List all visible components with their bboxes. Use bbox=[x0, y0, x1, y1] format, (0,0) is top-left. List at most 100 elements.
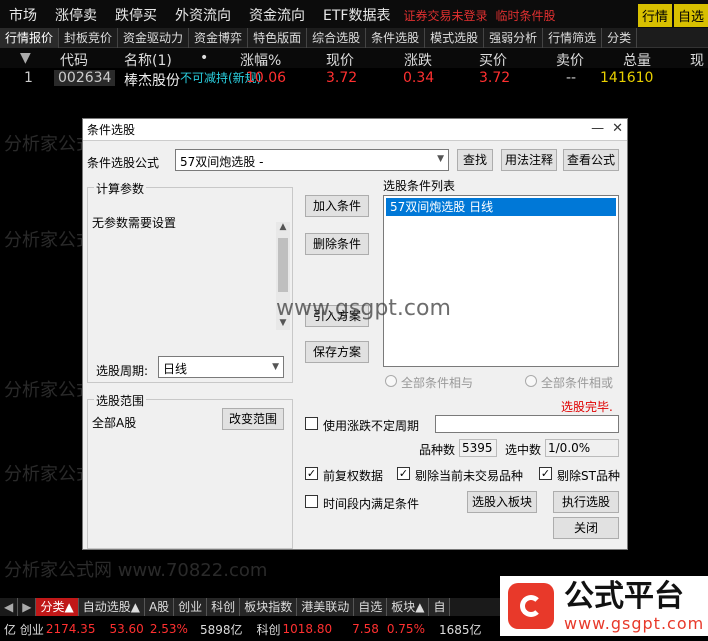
radio-or-label: 全部条件相或 bbox=[541, 376, 614, 390]
period-select[interactable]: 日线 ▼ bbox=[158, 356, 284, 378]
params-scrollbar[interactable]: ▲ ▼ bbox=[276, 222, 290, 330]
save-plan-button[interactable]: 保存方案 bbox=[305, 341, 369, 363]
close-button[interactable]: 关闭 bbox=[553, 517, 619, 539]
delete-condition-button[interactable]: 删除条件 bbox=[305, 233, 369, 255]
tab-strength[interactable]: 强弱分析 bbox=[484, 27, 544, 48]
minimize-icon[interactable]: — bbox=[591, 121, 604, 136]
exclude-st-label: 剔除ST品种 bbox=[557, 469, 620, 483]
find-button[interactable]: 查找 bbox=[457, 149, 493, 171]
next-arrow-icon[interactable]: ▶ bbox=[18, 598, 37, 616]
list-item[interactable]: 57双间炮选股 日线 bbox=[386, 198, 616, 216]
tab-filter[interactable]: 行情筛选 bbox=[543, 27, 603, 48]
col-now[interactable]: 现 bbox=[690, 50, 704, 70]
col-price[interactable]: 现价 bbox=[326, 50, 354, 70]
sort-arrow-icon[interactable]: ▼ bbox=[20, 50, 31, 66]
count-box: 5395 bbox=[459, 439, 497, 457]
tab-condition-select[interactable]: 条件选股 bbox=[366, 27, 426, 48]
close-icon[interactable]: ✕ bbox=[612, 121, 623, 136]
period-condition-checkbox[interactable] bbox=[305, 495, 318, 508]
tab-category-bottom[interactable]: 分类▲ bbox=[36, 598, 79, 616]
tab-chinext[interactable]: 创业 bbox=[174, 598, 208, 616]
period-label: 选股周期: bbox=[96, 364, 149, 378]
params-title: 计算参数 bbox=[94, 180, 147, 197]
cy-amount: 5898亿 bbox=[199, 622, 243, 637]
table-row[interactable]: 1 002634 棒杰股份 不可减持(新规) 10.06 3.72 0.34 3… bbox=[0, 68, 708, 92]
tab-fund-game[interactable]: 资金博弈 bbox=[189, 27, 249, 48]
tab-sector-index[interactable]: 板块指数 bbox=[240, 598, 298, 616]
formula-label: 条件选股公式 bbox=[87, 156, 160, 170]
tab-special[interactable]: 特色版面 bbox=[248, 27, 308, 48]
kc-change: 7.58 bbox=[352, 622, 379, 636]
col-name[interactable]: 名称(1) bbox=[124, 50, 172, 70]
radio-or[interactable] bbox=[525, 375, 537, 387]
menu-market[interactable]: 市场 bbox=[0, 5, 46, 25]
menu-limit-up[interactable]: 涨停卖 bbox=[46, 5, 106, 25]
dialog-title: 条件选股 bbox=[87, 123, 136, 137]
prev-arrow-icon[interactable]: ◀ bbox=[0, 598, 19, 616]
row-change: 0.34 bbox=[403, 70, 435, 86]
col-ask[interactable]: 卖价 bbox=[556, 50, 584, 70]
period-input[interactable] bbox=[435, 415, 619, 433]
logo-text: 公式平台 bbox=[564, 578, 684, 614]
import-plan-button[interactable]: 引入方案 bbox=[305, 305, 369, 327]
tab-composite-select[interactable]: 综合选股 bbox=[307, 27, 367, 48]
params-text: 无参数需要设置 bbox=[92, 216, 177, 230]
execute-button[interactable]: 执行选股 bbox=[553, 491, 619, 513]
tab-star[interactable]: 科创 bbox=[207, 598, 241, 616]
exclude-today-checkbox[interactable]: ✓ bbox=[397, 467, 410, 480]
params-group: 计算参数 无参数需要设置 ▲ ▼ 选股周期: 日线 ▼ bbox=[87, 180, 293, 383]
add-condition-button[interactable]: 加入条件 bbox=[305, 195, 369, 217]
cy-value: 2174.35 bbox=[45, 622, 96, 636]
menubar: 市场 涨停卖 跌停买 外资流向 资金流向 ETF数据表 证券交易未登录 临时条件… bbox=[0, 0, 708, 30]
tab-fund-drive[interactable]: 资金驱动力 bbox=[118, 27, 190, 48]
tab-watchlist[interactable]: 自选 bbox=[354, 598, 388, 616]
kc-amount: 1685亿 bbox=[438, 622, 482, 637]
scroll-down-icon[interactable]: ▼ bbox=[276, 318, 290, 330]
col-change[interactable]: 涨跌 bbox=[404, 50, 432, 70]
tab-quotes[interactable]: 行情报价 bbox=[0, 27, 60, 48]
usage-button[interactable]: 用法注释 bbox=[501, 149, 557, 171]
exclude-st-checkbox[interactable]: ✓ bbox=[539, 467, 552, 480]
use-period-checkbox[interactable] bbox=[305, 417, 318, 430]
fq-checkbox[interactable]: ✓ bbox=[305, 467, 318, 480]
scroll-up-icon[interactable]: ▲ bbox=[276, 222, 290, 234]
temp-condition-stock[interactable]: 临时条件股 bbox=[491, 7, 559, 24]
col-bid[interactable]: 买价 bbox=[479, 50, 507, 70]
scroll-thumb[interactable] bbox=[278, 238, 288, 292]
menu-etf[interactable]: ETF数据表 bbox=[314, 5, 399, 25]
chevron-down-icon[interactable]: ▼ bbox=[437, 154, 444, 164]
col-volume[interactable]: 总量 bbox=[623, 50, 651, 70]
menu-foreign-flow[interactable]: 外资流向 bbox=[166, 5, 240, 25]
tab-self[interactable]: 自 bbox=[429, 598, 451, 616]
quote-button[interactable]: 行情 bbox=[637, 4, 672, 27]
col-code[interactable]: 代码 bbox=[60, 50, 88, 70]
chevron-down-icon[interactable]: ▼ bbox=[272, 362, 279, 372]
tab-board-bid[interactable]: 封板竞价 bbox=[59, 27, 119, 48]
tab-sector[interactable]: 板块▲ bbox=[387, 598, 430, 616]
col-change-pct[interactable]: 涨幅% bbox=[240, 50, 281, 70]
formula-select[interactable]: 57双间炮选股 - ▼ bbox=[175, 149, 449, 171]
col-dot[interactable]: • bbox=[200, 50, 208, 66]
condition-list[interactable]: 57双间炮选股 日线 bbox=[383, 195, 619, 367]
menu-limit-down[interactable]: 跌停买 bbox=[106, 5, 166, 25]
row-code: 002634 bbox=[54, 70, 116, 86]
tab-auto-select[interactable]: 自动选股▲ bbox=[78, 598, 145, 616]
row-volume: 141610 bbox=[600, 70, 654, 86]
tab-category[interactable]: 分类 bbox=[602, 27, 638, 48]
view-formula-button[interactable]: 查看公式 bbox=[563, 149, 619, 171]
scope-title: 选股范围 bbox=[94, 392, 147, 409]
column-header: ▼ 代码 名称(1) • 涨幅% 现价 涨跌 买价 卖价 总量 现 bbox=[0, 48, 708, 70]
kc-pct: 0.75% bbox=[386, 622, 425, 636]
logo-url: www.gsgpt.com bbox=[564, 613, 705, 633]
radio-and[interactable] bbox=[385, 375, 397, 387]
to-block-button[interactable]: 选股入板块 bbox=[467, 491, 537, 513]
tab-pattern-select[interactable]: 模式选股 bbox=[425, 27, 485, 48]
change-scope-button[interactable]: 改变范围 bbox=[222, 408, 284, 430]
trade-login-status[interactable]: 证券交易未登录 bbox=[399, 7, 491, 24]
tab-a-share[interactable]: A股 bbox=[144, 598, 175, 616]
dialog-titlebar[interactable]: 条件选股 — ✕ bbox=[83, 119, 627, 141]
menu-fund-flow[interactable]: 资金流向 bbox=[240, 5, 314, 25]
hit-box: 1/0.0% bbox=[545, 439, 619, 457]
watchlist-button[interactable]: 自选 bbox=[673, 4, 708, 27]
tab-hk-us[interactable]: 港美联动 bbox=[297, 598, 355, 616]
